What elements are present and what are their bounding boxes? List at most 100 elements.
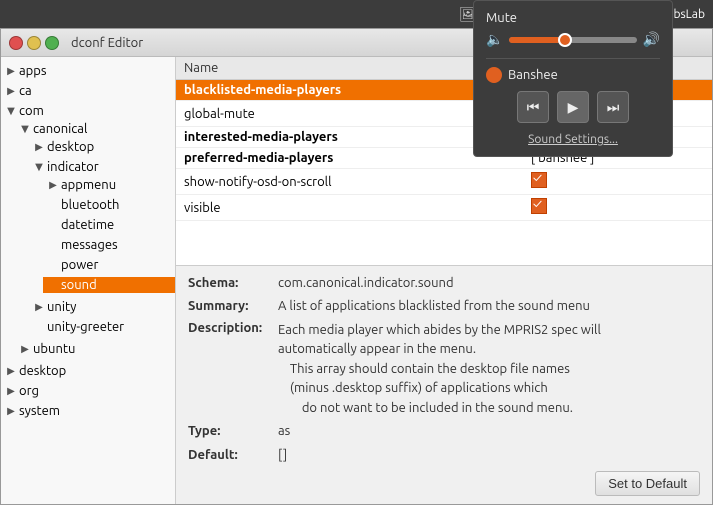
sidebar-item-desktop[interactable]: desktop [29,137,175,157]
volume-row: 🔈 🔊 [486,31,660,48]
row-value [523,169,712,195]
sidebar-label: appmenu [61,178,116,192]
row-value [523,195,712,221]
vol-high-icon: 🔊 [643,31,660,48]
row-name: visible [176,195,523,221]
vol-low-icon: 🔈 [486,31,503,48]
sidebar-label: unity [47,300,76,314]
sidebar-label: datetime [61,218,114,232]
sidebar-item-unity-greeter[interactable]: unity-greeter [29,317,175,337]
info-panel: Schema: com.canonical.indicator.sound Su… [176,265,712,505]
sidebar-label: system [19,404,60,418]
sidebar-label: unity-greeter [47,320,124,334]
sidebar-label: indicator [47,160,99,174]
sidebar: apps ca com [1,57,176,504]
close-button[interactable] [9,36,23,50]
schema-label: Schema: [188,274,278,294]
arrow-icon [5,365,17,377]
mute-label: Mute [486,11,660,25]
media-controls: ⏮ ▶ ⏭ [486,91,660,123]
arrow-icon [5,65,17,77]
next-button[interactable]: ⏭ [597,91,629,123]
banshee-icon [486,67,502,83]
sidebar-item-bluetooth[interactable]: bluetooth [43,195,175,215]
row-name: blacklisted-media-players [176,80,523,101]
schema-row: Schema: com.canonical.indicator.sound [188,274,700,294]
sidebar-item-sound[interactable]: sound [43,275,175,295]
sidebar-label: com [19,104,44,118]
type-row: Type: as [188,422,700,442]
sidebar-item-desktop-root[interactable]: desktop [1,361,175,381]
arrow-icon [5,85,17,97]
sidebar-item-appmenu[interactable]: appmenu [43,175,175,195]
arrow-icon [19,123,31,135]
sidebar-label: desktop [47,140,94,154]
checkbox-visible[interactable] [531,198,547,214]
row-name: show-notify-osd-on-scroll [176,169,523,195]
sidebar-item-system[interactable]: system [1,401,175,421]
sidebar-item-canonical[interactable]: canonical desktop [15,119,175,339]
description-label: Description: [188,321,278,419]
sidebar-label: messages [61,238,118,252]
schema-value: com.canonical.indicator.sound [278,274,454,294]
sidebar-label: ubuntu [33,342,75,356]
arrow-icon [33,141,45,153]
sidebar-label: bluetooth [61,198,119,212]
volume-fill [509,37,560,43]
summary-value: A list of applications blacklisted from … [278,297,590,317]
sidebar-item-messages[interactable]: messages [43,235,175,255]
summary-row: Summary: A list of applications blacklis… [188,297,700,317]
table-row[interactable]: show-notify-osd-on-scroll [176,169,712,195]
row-name: preferred-media-players [176,148,523,169]
banshee-label: Banshee [508,68,558,82]
arrow-icon [19,343,31,355]
banshee-section: Banshee ⏮ ▶ ⏭ Sound Settings... [486,58,660,146]
col-name: Name [176,57,523,80]
minimize-button[interactable] [27,36,41,50]
play-button[interactable]: ▶ [557,91,589,123]
maximize-button[interactable] [45,36,59,50]
default-label: Default: [188,446,278,466]
sidebar-item-org[interactable]: org [1,381,175,401]
type-label: Type: [188,422,278,442]
sidebar-item-com[interactable]: com canonical [1,101,175,361]
window-buttons [9,36,59,50]
sidebar-label: sound [61,278,97,292]
volume-handle[interactable] [558,33,572,47]
volume-slider[interactable] [509,37,636,43]
sidebar-label: org [19,384,39,398]
arrow-icon [5,105,17,117]
sidebar-item-unity[interactable]: unity [29,297,175,317]
set-default-button[interactable]: Set to Default [595,471,700,496]
arrow-icon [33,161,45,173]
window-title: dconf Editor [71,36,143,50]
sidebar-item-apps[interactable]: apps [1,61,175,81]
sidebar-item-power[interactable]: power [43,255,175,275]
sidebar-item-datetime[interactable]: datetime [43,215,175,235]
description-row: Description: Each media player which abi… [188,321,700,419]
sidebar-item-indicator[interactable]: indicator appmenu [29,157,175,297]
sidebar-label: apps [19,64,47,78]
arrow-icon [5,405,17,417]
sidebar-item-ca[interactable]: ca [1,81,175,101]
sidebar-label: desktop [19,364,66,378]
sidebar-label: ca [19,84,32,98]
table-row[interactable]: visible [176,195,712,221]
summary-label: Summary: [188,297,278,317]
sidebar-label: canonical [33,122,87,136]
sidebar-label: power [61,258,98,272]
prev-button[interactable]: ⏮ [517,91,549,123]
arrow-icon [5,385,17,397]
checkbox-show-notify[interactable] [531,172,547,188]
arrow-icon [33,301,45,313]
default-row: Default: [] [188,446,700,466]
arrow-icon [47,179,59,191]
row-name: interested-media-players [176,127,523,148]
type-value: as [278,422,290,442]
sound-popup: Mute 🔈 🔊 Banshee ⏮ ▶ ⏭ Sound Settings... [473,0,673,157]
row-name: global-mute [176,101,523,127]
description-value: Each media player which abides by the MP… [278,321,601,419]
banshee-title: Banshee [486,67,660,83]
sidebar-item-ubuntu[interactable]: ubuntu [15,339,175,359]
sound-settings-link[interactable]: Sound Settings... [486,133,660,146]
